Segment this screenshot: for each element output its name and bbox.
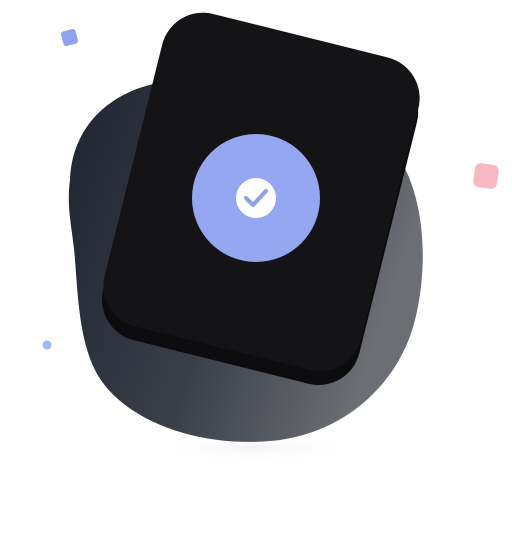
check-circle bbox=[236, 178, 276, 218]
confetti-pink-square bbox=[473, 163, 499, 189]
confetti-dot bbox=[42, 340, 52, 350]
confetti-blue-square bbox=[60, 28, 79, 47]
illustration-stage bbox=[0, 0, 512, 538]
success-illustration bbox=[42, 12, 499, 462]
